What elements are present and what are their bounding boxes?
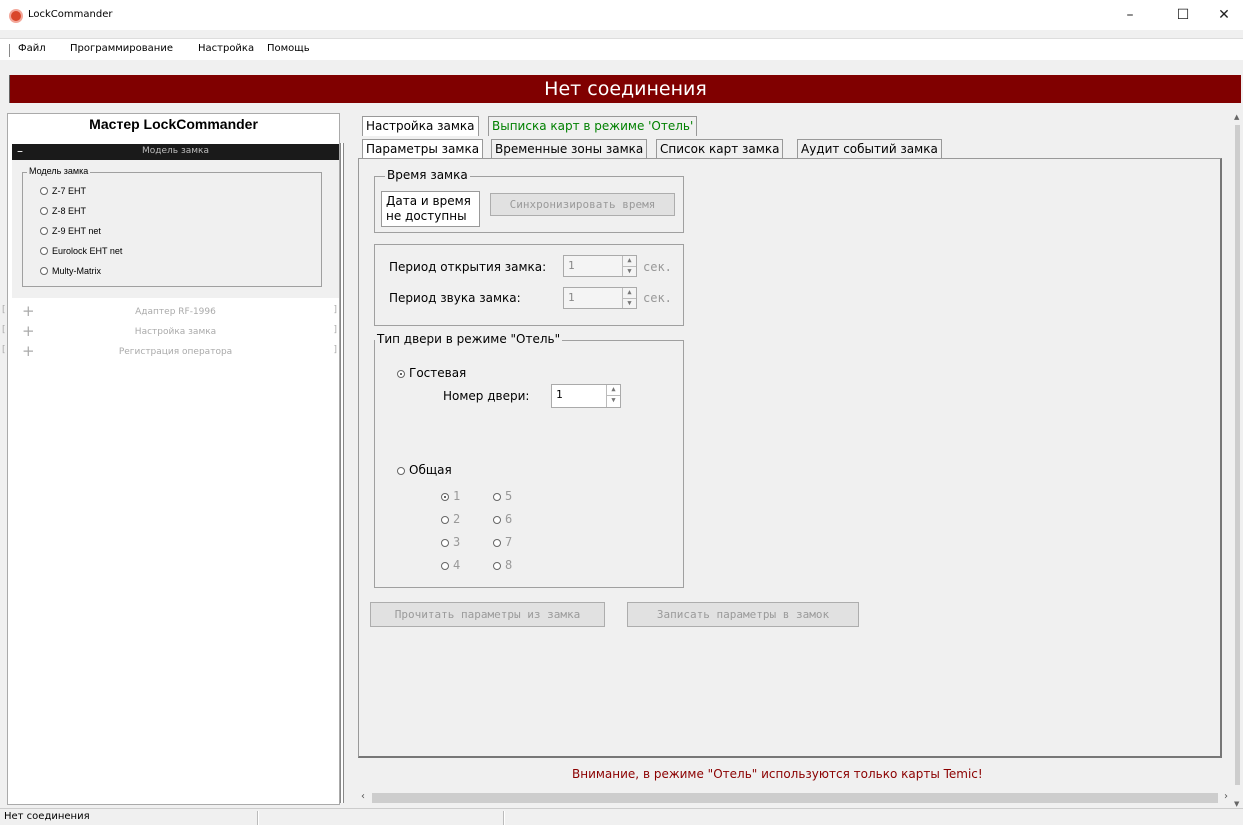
lock-model-section: Модель замка Z-7 EHT Z-8 EHT Z-9 EHT net… — [12, 160, 339, 298]
title-bar: LockCommander – ☐ ✕ — [0, 0, 1243, 30]
status-cell-2 — [258, 811, 504, 825]
radio-icon — [441, 516, 449, 524]
stepper-down-icon[interactable]: ▼ — [623, 298, 636, 308]
tab-event-audit[interactable]: Аудит событий замка — [797, 139, 942, 159]
model-radio-z7[interactable]: Z-7 EHT — [40, 186, 86, 196]
radio-icon — [40, 247, 48, 255]
sound-period-unit: сек. — [643, 291, 672, 305]
common-option-3[interactable]: 3 — [441, 535, 460, 549]
open-period-label: Период открытия замка: — [389, 260, 547, 274]
radio-icon — [40, 207, 48, 215]
common-option-4[interactable]: 4 — [441, 558, 460, 572]
common-option-1[interactable]: 1 — [441, 489, 460, 503]
section-header-label: Модель замка — [142, 146, 209, 156]
radio-icon — [441, 562, 449, 570]
main-vertical-scrollbar[interactable]: ▲ ▼ — [1232, 113, 1243, 808]
menu-bar: Файл Программирование Настройка Помощь — [0, 38, 1243, 60]
open-period-unit: сек. — [643, 260, 672, 274]
radio-icon — [493, 493, 501, 501]
model-radio-z8[interactable]: Z-8 EHT — [40, 206, 86, 216]
common-radio[interactable]: Общая — [397, 463, 452, 477]
model-radio-multy-matrix[interactable]: Multy-Matrix — [40, 266, 101, 276]
write-params-button[interactable]: Записать параметры в замок — [627, 602, 859, 627]
close-button[interactable]: ✕ — [1205, 0, 1243, 30]
radio-icon — [441, 493, 449, 501]
common-option-8[interactable]: 8 — [493, 558, 512, 572]
radio-icon — [493, 562, 501, 570]
scroll-thumb[interactable] — [1235, 125, 1240, 785]
tab-card-list[interactable]: Список карт замка — [656, 139, 784, 159]
section-lock-settings[interactable]: [+ Настройка замка] — [2, 322, 339, 341]
door-number-label: Номер двери: — [443, 389, 530, 403]
connection-banner: Нет соединения — [9, 75, 1241, 103]
tab-hotel-cards[interactable]: Выписка карт в режиме 'Отель' — [488, 116, 698, 136]
status-connection: Нет соединения — [0, 811, 258, 825]
radio-icon — [40, 267, 48, 275]
stepper-down-icon[interactable]: ▼ — [607, 395, 620, 405]
guest-radio[interactable]: Гостевая — [397, 366, 466, 380]
scroll-down-icon[interactable]: ▼ — [1234, 800, 1239, 808]
sync-time-button[interactable]: Синхронизировать время — [490, 193, 675, 216]
common-option-7[interactable]: 7 — [493, 535, 512, 549]
stepper-up-icon[interactable]: ▲ — [623, 256, 636, 266]
door-type-legend: Тип двери в режиме "Отель" — [375, 332, 563, 346]
status-bar: Нет соединения — [0, 808, 1243, 825]
menu-programming[interactable]: Программирование — [70, 43, 173, 54]
radio-icon — [441, 539, 449, 547]
stepper-down-icon[interactable]: ▼ — [623, 266, 636, 276]
time-status-line2: не доступны — [386, 209, 467, 223]
model-radio-eurolock[interactable]: Eurolock EHT net — [40, 246, 122, 256]
sound-period-label: Период звука замка: — [389, 291, 521, 305]
section-header-lock-model[interactable]: – Модель замка — [12, 144, 339, 160]
menu-settings[interactable]: Настройка — [198, 43, 254, 54]
scroll-left-icon[interactable]: ‹ — [361, 791, 365, 802]
radio-icon — [493, 516, 501, 524]
tab-lock-parameters[interactable]: Параметры замка — [362, 139, 484, 159]
radio-icon — [493, 539, 501, 547]
time-status-box: Дата и время не доступны — [381, 191, 480, 227]
common-option-6[interactable]: 6 — [493, 512, 512, 526]
door-type-group: Тип двери в режиме "Отель" Гостевая Номе… — [374, 332, 684, 588]
tab-lock-settings[interactable]: Настройка замка — [362, 116, 479, 136]
model-radio-z9[interactable]: Z-9 EHT net — [40, 226, 101, 236]
minimize-button[interactable]: – — [1107, 0, 1153, 30]
section-operator-registration[interactable]: [+ Регистрация оператора] — [2, 342, 339, 361]
scroll-right-icon[interactable]: › — [1224, 791, 1228, 802]
radio-icon — [397, 370, 405, 378]
lock-model-legend: Модель замка — [27, 166, 91, 176]
lock-time-group: Время замка Дата и время не доступны Син… — [374, 168, 684, 233]
lock-model-group: Модель замка Z-7 EHT Z-8 EHT Z-9 EHT net… — [22, 166, 322, 287]
section-adapter-rf[interactable]: [+ Адаптер RF-1996] — [2, 302, 339, 321]
hotel-mode-warning: Внимание, в режиме "Отель" используются … — [572, 767, 983, 781]
window-title: LockCommander — [28, 9, 113, 20]
wizard-scrollbar[interactable] — [340, 143, 344, 803]
maximize-button[interactable]: ☐ — [1160, 0, 1206, 30]
scroll-up-icon[interactable]: ▲ — [1234, 113, 1239, 121]
tab-time-zones[interactable]: Временные зоны замка — [491, 139, 648, 159]
time-status-line1: Дата и время — [386, 194, 471, 208]
read-params-button[interactable]: Прочитать параметры из замка — [370, 602, 605, 627]
stepper-up-icon[interactable]: ▲ — [623, 288, 636, 298]
lock-time-legend: Время замка — [385, 168, 470, 182]
stepper-up-icon[interactable]: ▲ — [607, 385, 620, 395]
menu-file[interactable]: Файл — [18, 43, 46, 54]
main-horizontal-scrollbar[interactable]: ‹ › — [358, 791, 1232, 805]
periods-group: Период открытия замка: 1 ▲ ▼ сек. Период … — [374, 244, 684, 326]
status-cell-3 — [504, 811, 1243, 825]
door-number-stepper[interactable]: 1 ▲ ▼ — [551, 384, 621, 408]
common-option-2[interactable]: 2 — [441, 512, 460, 526]
app-logo-icon — [9, 9, 23, 23]
radio-icon — [397, 467, 405, 475]
radio-icon — [40, 227, 48, 235]
open-period-stepper[interactable]: 1 ▲ ▼ — [563, 255, 637, 277]
menu-help[interactable]: Помощь — [267, 43, 310, 54]
scroll-thumb[interactable] — [372, 793, 1218, 803]
radio-icon — [40, 187, 48, 195]
sound-period-stepper[interactable]: 1 ▲ ▼ — [563, 287, 637, 309]
common-option-5[interactable]: 5 — [493, 489, 512, 503]
wizard-title: Мастер LockCommander — [89, 116, 258, 132]
